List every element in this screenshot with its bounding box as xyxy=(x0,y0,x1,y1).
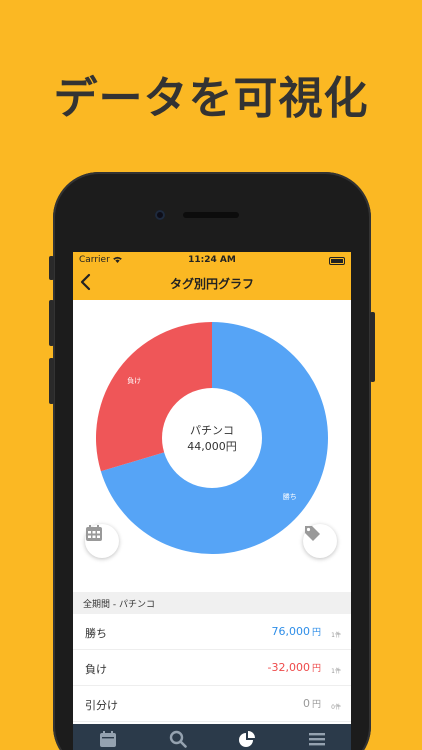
tab-menu[interactable]: メニュー xyxy=(282,724,352,750)
donut-center-value: 44,000円 xyxy=(187,440,237,453)
search-icon xyxy=(169,730,187,748)
summary-row-value: 0 xyxy=(302,697,310,710)
tag-icon xyxy=(305,526,320,541)
calendar-icon xyxy=(86,525,102,541)
front-camera xyxy=(155,210,165,220)
tab-search[interactable]: 検索 xyxy=(143,724,213,750)
summary-row[interactable]: 引分け 0 円 0件 xyxy=(73,686,351,722)
pie-slice-label-0: 勝ち xyxy=(283,492,297,501)
app-screen: Carrier 11:24 AM タグ別円グラフ 勝ち 負け パチンコ 44,000円 xyxy=(73,252,351,750)
summary-row-amount: -32,000 円 xyxy=(268,661,321,674)
pie-slice-label-1: 負け xyxy=(127,376,141,385)
donut-chart: 勝ち 負けパチンコ 44,000円 xyxy=(73,300,351,592)
volume-down-button xyxy=(49,358,54,404)
summary-row-label: 引分け xyxy=(85,699,118,712)
volume-up-button xyxy=(49,300,54,346)
summary-row-amount: 76,000 円 xyxy=(271,625,321,638)
summary-row-unit: 円 xyxy=(311,700,321,710)
donut-hole xyxy=(162,388,262,488)
menu-icon xyxy=(308,730,326,748)
tab-calendar[interactable]: カレンダー xyxy=(73,724,143,750)
status-bar: Carrier 11:24 AM xyxy=(73,255,351,269)
status-time: 11:24 AM xyxy=(188,255,236,265)
summary-row-unit: 円 xyxy=(311,628,321,638)
summary-row-value: 76,000 xyxy=(271,625,310,638)
tag-filter-button[interactable] xyxy=(303,524,337,558)
pie-chart-icon xyxy=(238,730,256,748)
date-range-button[interactable] xyxy=(85,524,119,558)
summary-row-unit: 円 xyxy=(311,664,321,674)
summary-row-label: 勝ち xyxy=(85,627,107,640)
tab-pie-chart[interactable]: 分析 xyxy=(212,724,282,750)
donut-center-label: パチンコ xyxy=(190,424,234,437)
tab-bar: カレンダー検索分析メニュー xyxy=(73,724,351,750)
earpiece-speaker xyxy=(183,212,239,218)
mute-switch xyxy=(49,256,54,280)
power-button xyxy=(370,312,375,382)
section-header: 全期間 - パチンコ xyxy=(73,592,351,614)
calendar-icon xyxy=(99,730,117,748)
page-title: タグ別円グラフ xyxy=(169,277,254,291)
headline: データを可視化 xyxy=(53,73,369,124)
summary-row-label: 負け xyxy=(85,663,107,676)
summary-row-count: 1件 xyxy=(331,632,341,639)
summary-row-count: 1件 xyxy=(331,668,341,675)
phone-frame: Carrier 11:24 AM タグ別円グラフ 勝ち 負け パチンコ 44,000円 xyxy=(49,172,375,750)
summary-row[interactable]: 負け -32,000 円 1件 xyxy=(73,650,351,686)
summary-row-value: -32,000 xyxy=(267,661,310,674)
summary-row[interactable]: 勝ち 76,000 円 1件 xyxy=(73,614,351,650)
summary-row-amount: 0円 xyxy=(303,697,321,710)
battery-icon xyxy=(329,257,345,265)
summary-row-count: 0件 xyxy=(331,704,341,711)
app-header: Carrier 11:24 AM タグ別円グラフ xyxy=(73,252,351,300)
